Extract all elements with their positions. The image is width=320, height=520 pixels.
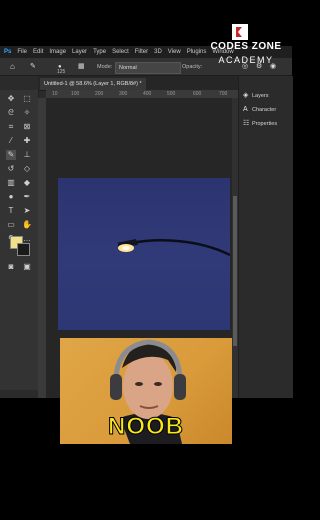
menu-view[interactable]: View — [168, 49, 181, 55]
mode-label: Mode: — [97, 64, 113, 70]
logo-text-line1: CODES ZONE — [210, 41, 282, 52]
layers-icon: ◈ — [243, 92, 249, 99]
pen-tool-icon[interactable]: ✒ — [22, 192, 32, 202]
codes-zone-logo-icon — [232, 24, 248, 40]
menu-plugins[interactable]: Plugins — [187, 49, 207, 55]
healing-tool-icon[interactable]: ✚ — [22, 136, 32, 146]
logo-text-line2: ACADEMY — [218, 55, 274, 65]
street-lamp-image — [118, 239, 230, 257]
ruler-tick: 400 — [143, 91, 152, 97]
marquee-tool-icon[interactable]: ⬚ — [22, 94, 32, 104]
opacity-label: Opacity: — [182, 64, 203, 70]
app-logo[interactable]: Ps — [4, 49, 11, 55]
mode-select[interactable]: Normal — [115, 62, 181, 74]
frame-tool-icon[interactable]: ⊠ — [22, 122, 32, 132]
home-icon[interactable]: ⌂ — [10, 62, 15, 72]
ruler-tick: 600 — [193, 91, 202, 97]
menu-edit[interactable]: Edit — [33, 49, 43, 55]
menu-3d[interactable]: 3D — [154, 49, 162, 55]
tab-document[interactable]: Untitled-1 @ 58.6% (Layer 1, RGB/8#) * — [40, 78, 146, 90]
quick-select-icon[interactable]: ✧ — [22, 108, 32, 118]
menu-filter[interactable]: Filter — [135, 49, 148, 55]
ruler-vertical — [38, 98, 46, 398]
type-tool-icon[interactable]: T — [6, 206, 16, 216]
menu-select[interactable]: Select — [112, 49, 129, 55]
background-color-swatch[interactable] — [17, 243, 30, 256]
panel-layers[interactable]: ◈ Layers — [243, 90, 269, 102]
menu-image[interactable]: Image — [49, 49, 66, 55]
brush-panel-icon[interactable]: ▦ — [78, 62, 85, 72]
blur-tool-icon[interactable]: ◆ — [22, 178, 32, 188]
ruler-tick: 300 — [119, 91, 128, 97]
properties-icon: ☷ — [243, 120, 250, 127]
noob-caption: NOOB — [108, 413, 184, 441]
menu-file[interactable]: File — [17, 49, 27, 55]
panel-label: Properties — [252, 121, 278, 127]
ruler-tick: 500 — [167, 91, 176, 97]
ruler-tick: 700 — [219, 91, 228, 97]
stamp-tool-icon[interactable]: ⊥ — [22, 150, 32, 160]
ruler-tick: 200 — [95, 91, 104, 97]
eraser-tool-icon[interactable]: ◇ — [22, 164, 32, 174]
panel-label: Layers — [252, 93, 269, 99]
menu-layer[interactable]: Layer — [72, 49, 87, 55]
ruler-tick: 100 — [71, 91, 80, 97]
screen-mode-icon[interactable]: ▣ — [22, 262, 32, 272]
lasso-tool-icon[interactable]: ᘓ — [6, 108, 16, 118]
tools-panel: ✥ ⬚ ᘓ ✧ ⌗ ⊠ ⁄ ✚ ✎ ⊥ ↺ ◇ ▥ ◆ ● ✒ T ➤ ▭ ✋ … — [0, 90, 39, 390]
ruler-tick: 10 — [52, 91, 58, 97]
brush-preset-icon[interactable]: ✎ — [30, 62, 36, 72]
panel-properties[interactable]: ☷ Properties — [243, 118, 277, 130]
dodge-tool-icon[interactable]: ● — [6, 192, 16, 202]
crop-tool-icon[interactable]: ⌗ — [6, 122, 16, 132]
scrollbar-thumb[interactable] — [233, 196, 237, 346]
eyedropper-tool-icon[interactable]: ⁄ — [6, 136, 16, 146]
menu-type[interactable]: Type — [93, 49, 106, 55]
character-icon: A — [243, 106, 248, 113]
gradient-tool-icon[interactable]: ▥ — [6, 178, 16, 188]
path-select-icon[interactable]: ➤ — [22, 206, 32, 216]
move-tool-icon[interactable]: ✥ — [6, 94, 16, 104]
hand-tool-icon[interactable]: ✋ — [22, 220, 32, 230]
quick-mask-icon[interactable]: ◙ — [6, 262, 16, 272]
rectangle-tool-icon[interactable]: ▭ — [6, 220, 16, 230]
ruler-horizontal: 10 100 200 300 400 500 600 700 — [46, 90, 238, 98]
panel-label: Character — [252, 107, 277, 113]
brush-tool-icon[interactable]: ✎ — [6, 150, 16, 160]
panel-character[interactable]: A Character — [243, 104, 276, 116]
history-brush-icon[interactable]: ↺ — [6, 164, 16, 174]
